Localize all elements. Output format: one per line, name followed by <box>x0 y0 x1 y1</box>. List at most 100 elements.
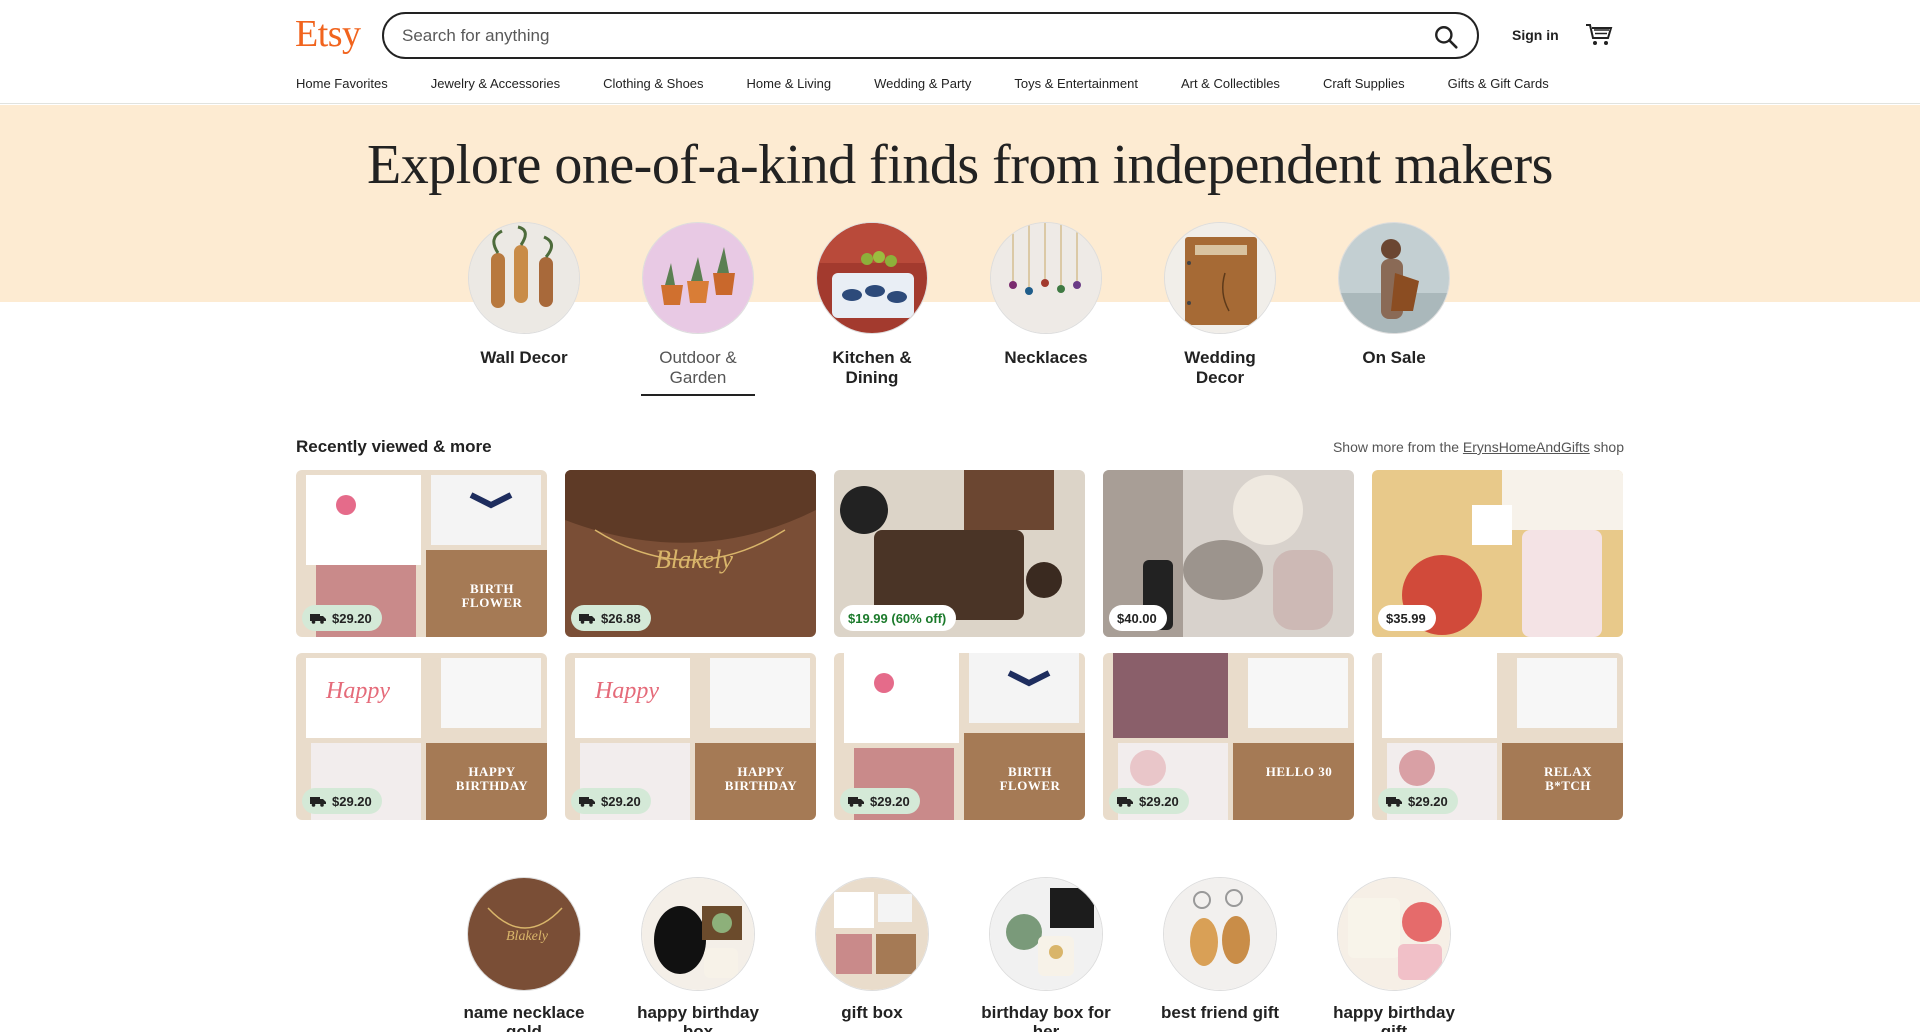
category-label: Kitchen & Dining <box>832 348 912 387</box>
search-suggestion-image <box>1163 877 1277 991</box>
show-more-prefix: Show more from the <box>1332 439 1460 455</box>
search-suggestion[interactable]: best friend gift <box>1150 877 1290 1022</box>
listing-caption: HAPPY BIRTHDAY <box>724 764 798 793</box>
listing-card[interactable]: Happy HAPPY BIRTHDAY $29.20 <box>565 653 816 820</box>
site-header: Etsy Sign in Home Favorites Jewelry & Ac… <box>0 0 1920 104</box>
price-badge: $29.20 <box>302 605 382 631</box>
search-suggestion[interactable]: birthday box for her <box>976 877 1116 1032</box>
nav-jewelry[interactable]: Jewelry & Accessories <box>431 76 560 91</box>
price-value: $29.20 <box>332 793 372 809</box>
price-value: $29.20 <box>601 793 641 809</box>
price-badge: $29.20 <box>1378 788 1458 814</box>
category-image <box>1338 222 1450 334</box>
search-suggestion[interactable]: gift box <box>802 877 942 1022</box>
truck-icon <box>310 797 326 807</box>
price-value: $40.00 <box>1117 610 1157 626</box>
category-label: Necklaces <box>1004 348 1088 367</box>
price-value: $29.20 <box>1139 793 1179 809</box>
truck-icon <box>848 797 864 807</box>
price-badge: $29.20 <box>840 788 920 814</box>
nav-toys[interactable]: Toys & Entertainment <box>1014 76 1138 91</box>
show-more-from-shop: Show more from the ErynsHomeAndGifts sho… <box>1333 439 1624 455</box>
category-image <box>468 222 580 334</box>
listing-caption: RELAX B*TCH <box>1543 764 1592 793</box>
category-image <box>816 222 928 334</box>
search-suggestion-image <box>1337 877 1451 991</box>
listing-card[interactable]: Blakely $26.88 <box>565 470 816 637</box>
shop-link[interactable]: ErynsHomeAndGifts <box>1463 439 1590 455</box>
show-more-suffix: shop <box>1593 439 1624 455</box>
price-badge: $35.99 <box>1378 605 1436 631</box>
nav-home-living[interactable]: Home & Living <box>747 76 832 91</box>
listing-card[interactable]: HELLO 30 $29.20 <box>1103 653 1354 820</box>
price-value: $35.99 <box>1386 610 1426 626</box>
listing-card[interactable]: $19.99 (60% off) <box>834 470 1085 637</box>
etsy-logo[interactable]: Etsy <box>295 12 361 56</box>
recently-viewed-title: Recently viewed & more <box>296 437 492 456</box>
price-badge: $29.20 <box>571 788 651 814</box>
svg-text:Blakely: Blakely <box>655 545 733 574</box>
category-image <box>990 222 1102 334</box>
search-suggestion-label: happy birthday gift <box>1333 1003 1455 1032</box>
nav-home-favorites[interactable]: Home Favorites <box>296 76 388 91</box>
listing-card[interactable]: $35.99 <box>1372 470 1623 637</box>
price-value: $29.20 <box>870 793 910 809</box>
listing-card[interactable]: Happy HAPPY BIRTHDAY $29.20 <box>296 653 547 820</box>
category-kitchen-dining[interactable]: Kitchen & Dining <box>812 222 932 388</box>
nav-art[interactable]: Art & Collectibles <box>1181 76 1280 91</box>
listing-caption: BIRTH FLOWER <box>999 764 1061 793</box>
truck-icon <box>310 614 326 624</box>
price-badge: $29.20 <box>302 788 382 814</box>
search-suggestion-image: Blakely <box>467 877 581 991</box>
nav-wedding[interactable]: Wedding & Party <box>874 76 971 91</box>
sign-in-link[interactable]: Sign in <box>1512 27 1559 43</box>
truck-icon <box>1386 797 1402 807</box>
category-label: Outdoor & Garden <box>659 348 737 387</box>
truck-icon <box>579 797 595 807</box>
search-suggestion-image <box>815 877 929 991</box>
listing-card[interactable]: $40.00 <box>1103 470 1354 637</box>
search-suggestion-label: gift box <box>841 1003 903 1022</box>
svg-text:Happy: Happy <box>325 678 390 704</box>
price-badge: $29.20 <box>1109 788 1189 814</box>
price-badge: $40.00 <box>1109 605 1167 631</box>
search-suggestion-label: happy birthday box <box>637 1003 759 1032</box>
price-value: $19.99 (60% off) <box>848 610 947 626</box>
search-suggestion-label: name necklace gold <box>463 1003 585 1032</box>
hero-title: Explore one-of-a-kind finds from indepen… <box>367 134 1553 196</box>
price-value: $29.20 <box>1408 793 1448 809</box>
listing-card[interactable]: RELAX B*TCH $29.20 <box>1372 653 1623 820</box>
nav-clothing[interactable]: Clothing & Shoes <box>603 76 703 91</box>
category-label: On Sale <box>1362 348 1426 367</box>
search-suggestion[interactable]: happy birthday box <box>628 877 768 1032</box>
category-on-sale[interactable]: On Sale <box>1334 222 1454 368</box>
price-badge: $26.88 <box>571 605 651 631</box>
nav-gifts[interactable]: Gifts & Gift Cards <box>1448 76 1549 91</box>
category-outdoor-garden[interactable]: Outdoor & Garden <box>638 222 758 396</box>
nav-craft[interactable]: Craft Supplies <box>1323 76 1405 91</box>
price-value: $29.20 <box>332 610 372 626</box>
category-wall-decor[interactable]: Wall Decor <box>464 222 584 368</box>
price-value: $26.88 <box>601 610 641 626</box>
listing-card[interactable]: BIRTH FLOWER $29.20 <box>296 470 547 637</box>
listing-caption: HELLO 30 <box>1265 764 1333 779</box>
category-wedding-decor[interactable]: Wedding Decor <box>1160 222 1280 388</box>
search-suggestion[interactable]: Blakely name necklace gold <box>454 877 594 1032</box>
search-icon[interactable] <box>1433 24 1459 50</box>
listing-caption: HAPPY BIRTHDAY <box>455 764 529 793</box>
listing-card[interactable]: BIRTH FLOWER $29.20 <box>834 653 1085 820</box>
category-image <box>1164 222 1276 334</box>
cart-icon[interactable] <box>1585 22 1613 48</box>
search-suggestion-image <box>989 877 1103 991</box>
search-suggestion[interactable]: happy birthday gift <box>1324 877 1464 1032</box>
truck-icon <box>579 614 595 624</box>
category-necklaces[interactable]: Necklaces <box>986 222 1106 368</box>
search-bar <box>382 12 1479 59</box>
category-nav: Home Favorites Jewelry & Accessories Clo… <box>296 76 1549 91</box>
listing-caption: BIRTH FLOWER <box>461 581 523 610</box>
search-suggestion-image <box>641 877 755 991</box>
search-input[interactable] <box>384 15 1384 56</box>
search-suggestion-label: birthday box for her <box>981 1003 1111 1032</box>
category-image <box>642 222 754 334</box>
search-suggestion-label: best friend gift <box>1160 1003 1280 1022</box>
